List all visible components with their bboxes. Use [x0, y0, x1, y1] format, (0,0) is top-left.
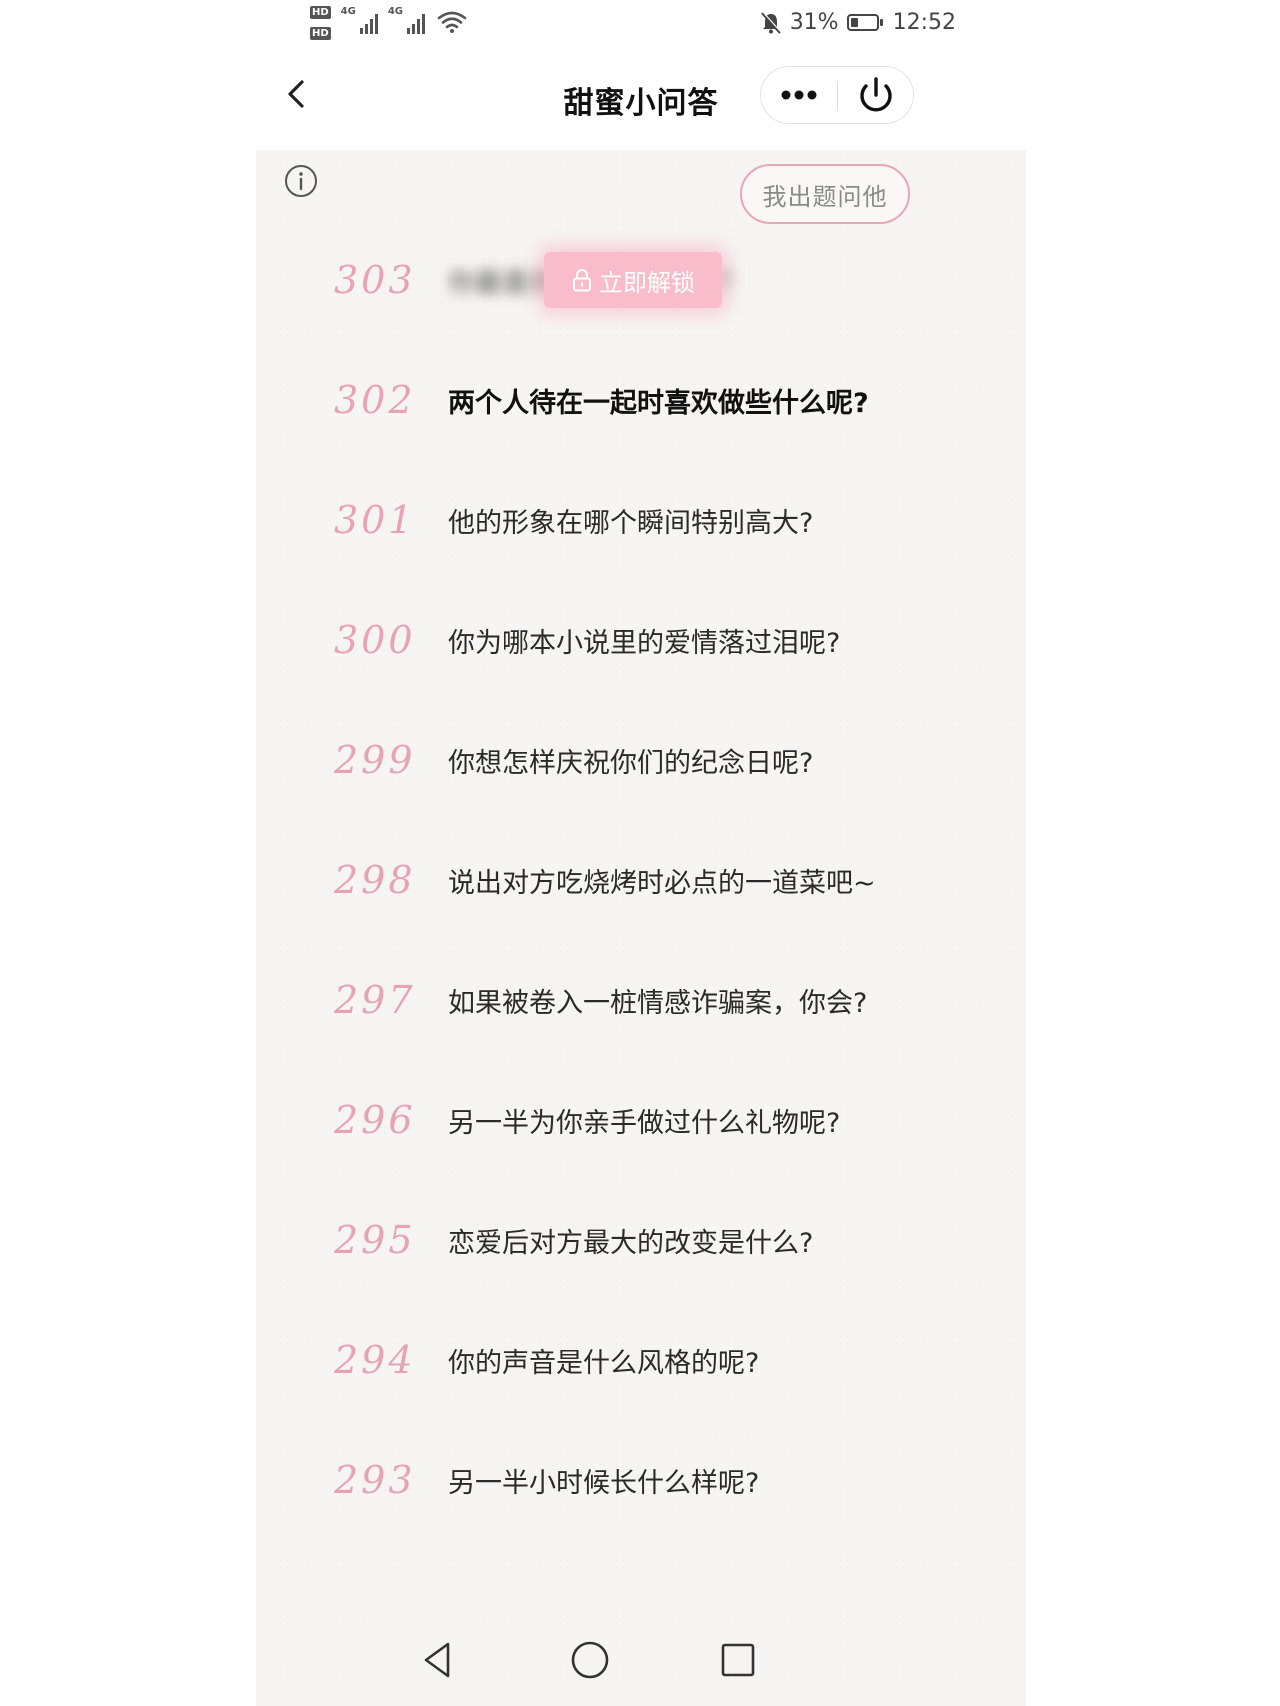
signal-icon: 4G — [341, 6, 378, 34]
battery-percent: 31% — [789, 10, 839, 35]
more-dots-icon — [781, 90, 817, 100]
question-text: 另一半为你亲手做过什么礼物呢? — [448, 1107, 841, 1139]
ask-question-button[interactable]: 我出题问他 — [740, 164, 910, 224]
square-recents-icon — [721, 1643, 755, 1677]
unlock-label: 立即解锁 — [599, 268, 695, 297]
question-item[interactable]: 298 说出对方吃烧烤时必点的一道菜吧~ — [256, 820, 1026, 940]
question-item-locked[interactable]: 303 你最喜欢他的什么样子？ 立即解锁 — [256, 220, 1026, 340]
question-item[interactable]: 302 两个人待在一起时喜欢做些什么呢? — [256, 340, 1026, 460]
unlock-button[interactable]: 立即解锁 — [544, 252, 722, 308]
question-item[interactable]: 301 他的形象在哪个瞬间特别高大? — [256, 460, 1026, 580]
question-number: 298 — [334, 858, 416, 902]
system-home-button[interactable] — [568, 1638, 612, 1682]
system-nav-bar — [256, 1620, 1026, 1700]
question-item[interactable]: 296 另一半为你亲手做过什么礼物呢? — [256, 1060, 1026, 1180]
question-item[interactable]: 294 你的声音是什么风格的呢? — [256, 1300, 1026, 1420]
lock-icon — [573, 269, 591, 292]
question-text: 另一半小时候长什么样呢? — [448, 1467, 760, 1499]
mini-program-capsule — [760, 66, 914, 124]
question-number: 297 — [334, 978, 416, 1022]
question-item[interactable]: 299 你想怎样庆祝你们的纪念日呢? — [256, 700, 1026, 820]
question-text: 你为哪本小说里的爱情落过泪呢? — [448, 627, 841, 659]
nav-bar: 甜蜜小问答 — [256, 56, 1026, 140]
status-bar: HD HD 4G 4G 31% 12:52 — [256, 0, 1026, 52]
question-number: 299 — [334, 738, 416, 782]
question-number: 296 — [334, 1098, 416, 1142]
question-item[interactable]: 297 如果被卷入一桩情感诈骗案，你会? — [256, 940, 1026, 1060]
question-text: 你想怎样庆祝你们的纪念日呢? — [448, 747, 814, 779]
question-text: 你的声音是什么风格的呢? — [448, 1347, 760, 1379]
question-number: 300 — [334, 618, 416, 662]
hd-badges: HD HD — [310, 6, 331, 40]
question-item[interactable]: 300 你为哪本小说里的爱情落过泪呢? — [256, 580, 1026, 700]
question-item[interactable]: 293 另一半小时候长什么样呢? — [256, 1420, 1026, 1540]
clock: 12:52 — [892, 10, 956, 35]
info-icon — [285, 165, 317, 197]
question-number: 301 — [334, 498, 416, 542]
exit-button[interactable] — [838, 67, 914, 123]
network-type-label: 4G — [340, 6, 356, 17]
info-button[interactable] — [284, 164, 318, 198]
battery-fill — [850, 18, 858, 27]
system-back-button[interactable] — [416, 1638, 460, 1682]
hd-badge: HD — [310, 6, 331, 19]
question-text: 两个人待在一起时喜欢做些什么呢? — [448, 387, 869, 419]
battery-icon — [846, 14, 883, 31]
phone-screen: HD HD 4G 4G 31% 12:52 甜蜜小问答 我出题问他 303 立即… — [256, 0, 1026, 1706]
question-item[interactable]: 295 恋爱后对方最大的改变是什么? — [256, 1180, 1026, 1300]
question-text: 说出对方吃烧烤时必点的一道菜吧~ — [448, 867, 876, 899]
power-icon — [860, 77, 892, 112]
more-button[interactable] — [761, 67, 837, 123]
question-text: 如果被卷入一桩情感诈骗案，你会? — [448, 987, 868, 1019]
question-number: 294 — [334, 1338, 416, 1382]
question-text: 他的形象在哪个瞬间特别高大? — [448, 507, 814, 539]
bell-muted-icon — [760, 10, 782, 34]
signal-icon: 4G — [387, 6, 426, 34]
network-type-label: 4G — [387, 6, 404, 17]
question-number: 295 — [334, 1218, 416, 1262]
status-left: HD HD 4G 4G — [310, 6, 467, 40]
circle-home-icon — [571, 1641, 609, 1679]
wifi-icon — [437, 11, 467, 33]
question-number: 303 — [334, 258, 416, 302]
question-number: 302 — [334, 378, 416, 422]
question-text: 恋爱后对方最大的改变是什么? — [448, 1227, 814, 1259]
hd-badge: HD — [310, 27, 331, 40]
triangle-back-icon — [424, 1642, 450, 1678]
question-number: 293 — [334, 1458, 416, 1502]
system-recents-button[interactable] — [716, 1638, 760, 1682]
status-right: 31% 12:52 — [760, 10, 956, 35]
